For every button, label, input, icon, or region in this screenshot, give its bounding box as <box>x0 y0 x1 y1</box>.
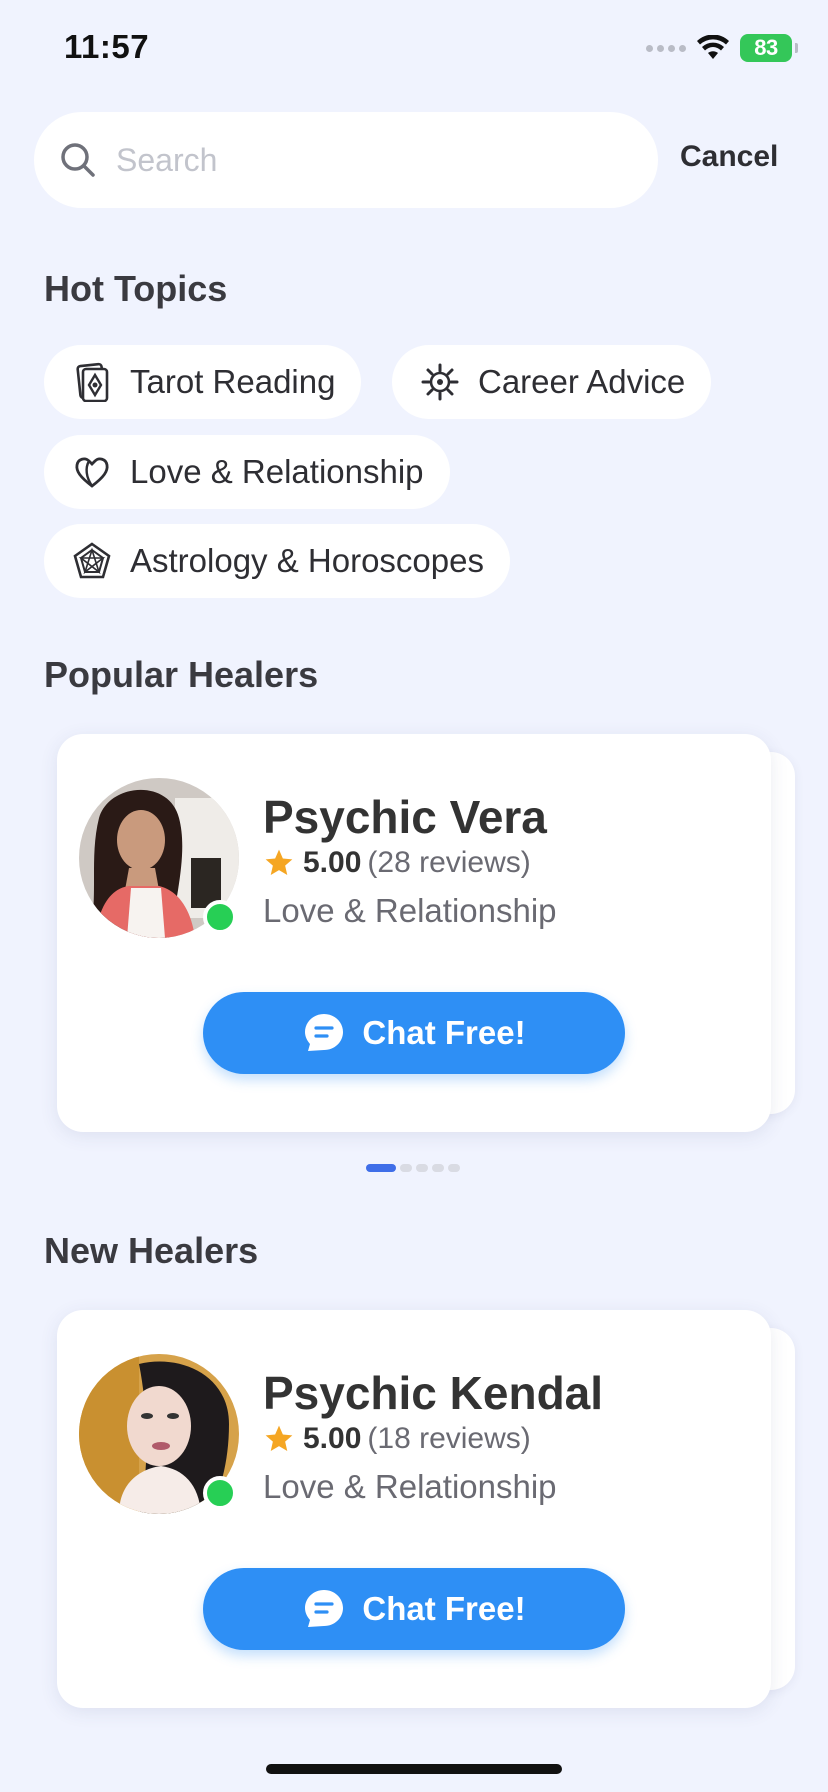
battery-icon: 83 <box>740 34 798 62</box>
review-count: (28 reviews) <box>367 846 531 879</box>
healer-specialty: Love & Relationship <box>263 892 557 929</box>
career-gear-icon <box>420 362 460 402</box>
cellular-signal-icon <box>646 44 686 52</box>
chat-free-button[interactable]: Chat Free! <box>203 1568 625 1650</box>
tarot-card-icon <box>72 362 112 402</box>
healer-name[interactable]: Psychic Vera <box>263 790 547 844</box>
online-status-dot <box>203 1476 237 1510</box>
carousel-page-indicator[interactable] <box>366 1164 460 1172</box>
topic-chip-career-advice[interactable]: Career Advice <box>392 345 712 419</box>
healer-name[interactable]: Psychic Kendal <box>263 1366 603 1420</box>
topic-chip-tarot-reading[interactable]: Tarot Reading <box>44 345 362 419</box>
popular-healers-title: Popular Healers <box>44 654 319 695</box>
topic-label: Tarot Reading <box>130 363 336 400</box>
topic-chip-love-relationship[interactable]: Love & Relationship <box>44 435 450 509</box>
chat-button-label: Chat Free! <box>362 1014 526 1051</box>
hot-topics-title: Hot Topics <box>44 268 228 309</box>
topic-label: Astrology & Horoscopes <box>130 542 484 579</box>
battery-level: 83 <box>754 35 778 60</box>
healer-card-new[interactable]: Psychic Kendal 5.00 (18 reviews) Love & … <box>57 1310 771 1708</box>
search-icon <box>61 143 95 177</box>
topic-chip-astrology-horoscopes[interactable]: Astrology & Horoscopes <box>44 524 510 598</box>
healer-avatar-wrap <box>79 1354 239 1514</box>
search-field[interactable] <box>34 112 658 208</box>
star-icon <box>265 1425 293 1451</box>
rating-value: 5.00 <box>303 846 362 879</box>
astrology-pentagon-icon <box>72 541 112 581</box>
healer-specialty: Love & Relationship <box>263 1468 557 1505</box>
healer-card-popular[interactable]: Psychic Vera 5.00 (28 reviews) Love & Re… <box>57 734 771 1132</box>
chat-button-label: Chat Free! <box>362 1590 526 1627</box>
review-count: (18 reviews) <box>367 1422 531 1455</box>
search-input[interactable] <box>116 141 596 179</box>
healer-avatar-wrap <box>79 778 239 938</box>
rating-value: 5.00 <box>303 1422 362 1455</box>
topic-label: Career Advice <box>478 363 686 400</box>
chat-bubble-icon <box>305 1590 344 1627</box>
rating-row: 5.00 (28 reviews) <box>263 846 531 880</box>
new-healers-title: New Healers <box>44 1230 259 1271</box>
page-dot-active[interactable] <box>366 1164 396 1172</box>
star-icon <box>265 849 293 875</box>
page-dot[interactable] <box>400 1164 412 1172</box>
status-time: 11:57 <box>64 28 150 65</box>
wifi-icon <box>697 35 729 59</box>
page-dot[interactable] <box>432 1164 444 1172</box>
page-dot[interactable] <box>416 1164 428 1172</box>
topic-label: Love & Relationship <box>130 453 424 490</box>
online-status-dot <box>203 900 237 934</box>
home-indicator[interactable] <box>266 1764 562 1774</box>
chat-free-button[interactable]: Chat Free! <box>203 992 625 1074</box>
chat-bubble-icon <box>305 1014 344 1051</box>
heart-icon <box>72 452 112 492</box>
cancel-button[interactable]: Cancel <box>680 140 778 174</box>
status-indicators: 83 <box>646 34 798 62</box>
rating-row: 5.00 (18 reviews) <box>263 1422 531 1456</box>
search-screen: 11:57 83 Cancel Hot Topics <box>0 0 828 1792</box>
page-dot[interactable] <box>448 1164 460 1172</box>
